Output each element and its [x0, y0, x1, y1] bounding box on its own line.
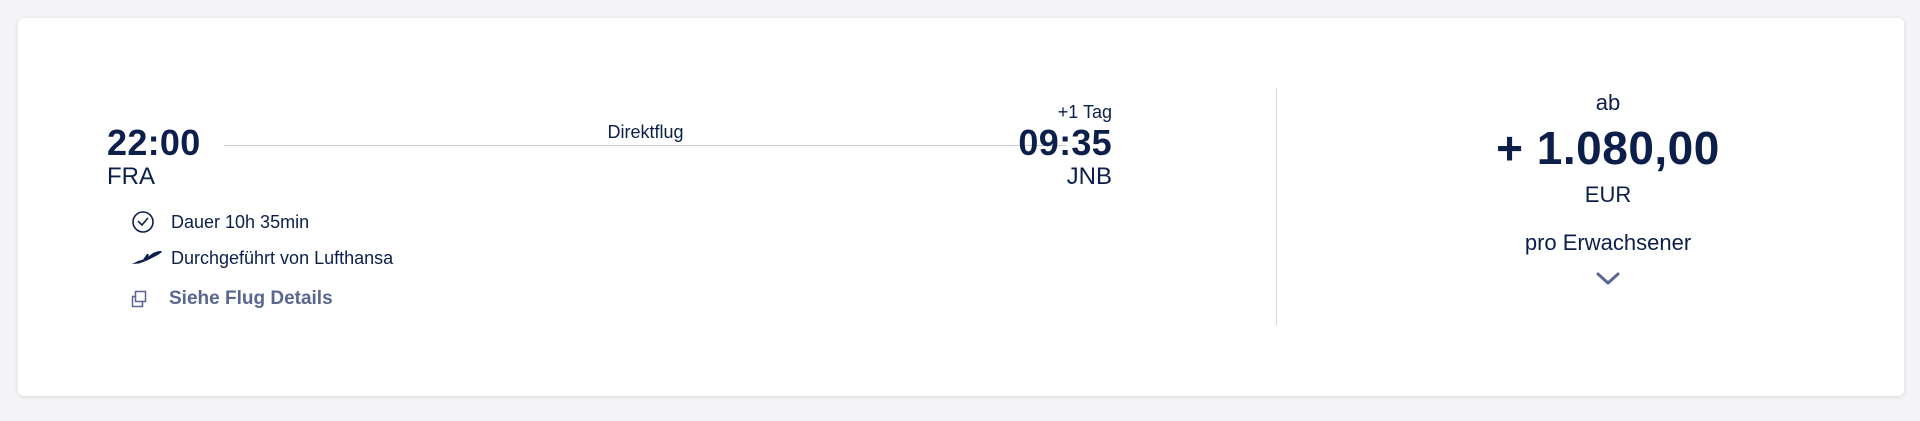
arrival-time: 09:35: [1018, 122, 1112, 163]
chevron-down-icon[interactable]: [1594, 270, 1622, 293]
external-window-icon: [129, 287, 163, 311]
fare-panel: ab + 1.080,00 EUR pro Erwachsener: [1288, 90, 1920, 293]
route-line: [224, 145, 1067, 146]
price-per-passenger: pro Erwachsener: [1524, 230, 1692, 255]
airplane-icon: [131, 246, 165, 270]
card-divider: [1276, 88, 1277, 325]
operated-by-row: Durchgeführt von Lufthansa: [131, 246, 393, 270]
price-currency: EUR: [1584, 182, 1632, 207]
operated-by-text: Durchgeführt von Lufthansa: [171, 247, 394, 268]
route-type-label: Direktflug: [607, 122, 684, 142]
flight-summary: 22:00 FRA Direktflug +1 Tag 09:35 JNB Da…: [107, 82, 1207, 342]
duration-text: Dauer 10h 35min: [171, 211, 310, 232]
flight-result-card: 22:00 FRA Direktflug +1 Tag 09:35 JNB Da…: [18, 18, 1904, 396]
arrival-airport: JNB: [1066, 163, 1112, 190]
price-prefix: ab: [1595, 90, 1621, 115]
flight-details-label[interactable]: Siehe Flug Details: [169, 288, 333, 310]
departure-airport: FRA: [107, 163, 155, 190]
arrival-day-offset: +1 Tag: [1057, 102, 1112, 122]
duration-row: Dauer 10h 35min: [131, 210, 309, 234]
departure-time: 22:00: [107, 122, 201, 163]
clock-icon: [131, 210, 165, 234]
flight-details-link[interactable]: Siehe Flug Details: [129, 287, 333, 311]
price-amount: + 1.080,00: [1496, 122, 1720, 174]
